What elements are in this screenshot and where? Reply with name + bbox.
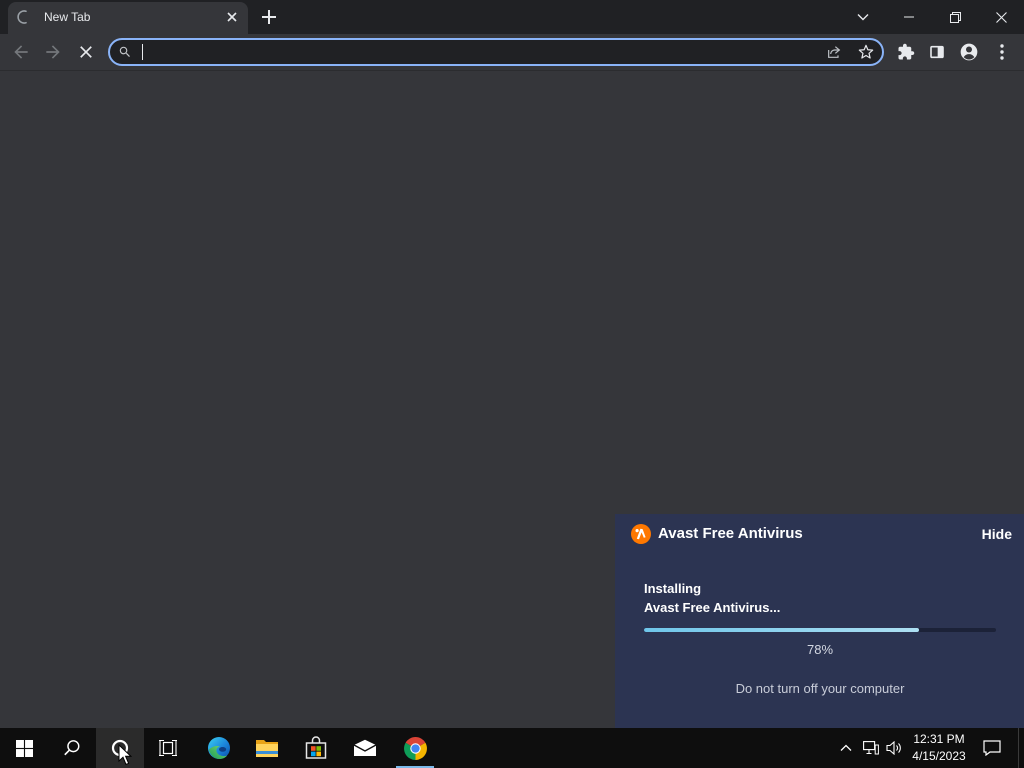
show-hidden-icons-button[interactable]	[834, 728, 858, 768]
progress-bar	[644, 628, 996, 632]
start-button[interactable]	[0, 728, 48, 768]
extensions-button[interactable]	[892, 38, 920, 66]
stop-loading-button[interactable]	[72, 38, 100, 66]
forward-button[interactable]	[39, 38, 67, 66]
tab-strip: New Tab	[0, 0, 1024, 34]
browser-toolbar	[0, 34, 1024, 71]
side-panel-icon	[929, 44, 945, 60]
show-desktop-button[interactable]	[1018, 728, 1024, 768]
notification-icon	[983, 740, 1001, 756]
profile-button[interactable]	[955, 38, 983, 66]
menu-button[interactable]	[988, 38, 1016, 66]
omnibox-input[interactable]	[144, 42, 804, 62]
windows-logo-icon	[15, 739, 33, 757]
volume-button[interactable]	[882, 728, 906, 768]
minimize-button[interactable]	[886, 0, 932, 34]
notification-title: Avast Free Antivirus	[658, 525, 803, 542]
chevron-down-icon	[857, 13, 869, 21]
loading-spinner-icon	[16, 9, 32, 25]
more-vert-icon	[1000, 44, 1004, 60]
profile-icon	[959, 42, 979, 62]
mail-icon	[353, 739, 377, 757]
status-line-2: Avast Free Antivirus...	[644, 600, 781, 615]
tab-close-icon[interactable]	[224, 9, 240, 25]
avast-install-notification: Avast Free Antivirus Hide Installing Ava…	[615, 514, 1024, 728]
progress-label: 78%	[806, 642, 834, 657]
close-icon	[995, 11, 1007, 23]
store-taskbar-button[interactable]	[292, 728, 340, 768]
side-panel-button[interactable]	[923, 38, 951, 66]
edge-icon	[207, 736, 231, 760]
chrome-taskbar-button[interactable]	[391, 728, 439, 768]
network-icon	[863, 741, 879, 755]
arrow-forward-icon	[43, 42, 63, 62]
network-button[interactable]	[859, 728, 883, 768]
arrow-back-icon	[11, 42, 31, 62]
mouse-pointer-icon	[118, 744, 132, 766]
task-view-icon	[158, 739, 178, 757]
search-icon	[63, 739, 81, 757]
close-window-button[interactable]	[978, 0, 1024, 34]
omnibox[interactable]	[108, 38, 884, 66]
tab-title: New Tab	[44, 10, 91, 24]
restore-icon	[949, 11, 961, 23]
taskbar: 12:31 PM 4/15/2023	[0, 728, 1024, 768]
avast-logo-icon	[631, 524, 651, 544]
chrome-icon	[403, 736, 428, 761]
mail-taskbar-button[interactable]	[341, 728, 389, 768]
tab-new-tab[interactable]: New Tab	[8, 2, 248, 34]
clock-date: 4/15/2023	[912, 749, 966, 763]
star-icon[interactable]	[857, 43, 875, 61]
clock-time: 12:31 PM	[913, 732, 965, 746]
task-view-button[interactable]	[144, 728, 192, 768]
chevron-up-icon	[840, 744, 852, 752]
file-explorer-taskbar-button[interactable]	[243, 728, 291, 768]
volume-icon	[886, 741, 902, 755]
warning-text: Do not turn off your computer	[735, 681, 905, 696]
minimize-icon	[904, 16, 914, 18]
clock-button[interactable]: 12:31 PM 4/15/2023	[906, 728, 972, 768]
file-explorer-icon	[255, 738, 279, 759]
puzzle-icon	[897, 43, 915, 61]
close-icon	[76, 42, 96, 62]
action-center-button[interactable]	[973, 728, 1011, 768]
hide-button[interactable]: Hide	[982, 525, 1012, 543]
status-line-1: Installing	[644, 581, 702, 596]
progress-fill	[644, 628, 919, 632]
tab-search-button[interactable]	[840, 0, 886, 34]
share-icon[interactable]	[825, 43, 843, 61]
edge-taskbar-button[interactable]	[195, 728, 243, 768]
search-icon	[118, 45, 132, 59]
back-button[interactable]	[7, 38, 35, 66]
search-button[interactable]	[48, 728, 96, 768]
restore-button[interactable]	[932, 0, 978, 34]
store-icon	[304, 736, 328, 760]
plus-icon	[262, 10, 276, 24]
new-tab-button[interactable]	[255, 3, 283, 31]
text-caret	[142, 44, 143, 60]
